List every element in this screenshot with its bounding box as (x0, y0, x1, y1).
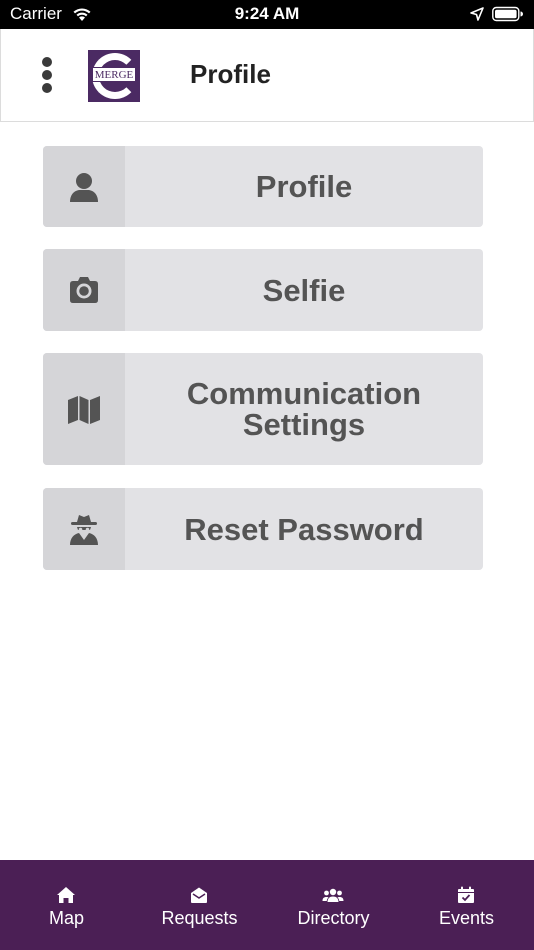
reset-password-button[interactable]: Reset Password (43, 488, 483, 570)
tab-map[interactable]: Map (0, 860, 133, 950)
communication-settings-label-line2: Settings (242, 407, 366, 442)
tab-requests[interactable]: Requests (133, 860, 266, 950)
envelope-open-icon (191, 887, 207, 903)
tab-directory[interactable]: Directory (267, 860, 400, 950)
spy-icon (70, 515, 98, 545)
merge-logo: MERGE (88, 50, 140, 102)
page-title: Profile (190, 59, 271, 89)
location-arrow-icon (470, 7, 484, 21)
profile-button-label: Profile (255, 169, 353, 204)
communication-settings-button[interactable]: Communication Settings (43, 353, 483, 465)
tab-directory-label: Directory (297, 908, 370, 928)
camera-icon (70, 277, 98, 303)
bottom-tab-bar: Map Requests Directory Events (0, 860, 534, 950)
home-icon (57, 887, 75, 903)
map-icon (68, 396, 100, 424)
battery-icon (492, 6, 523, 22)
tab-events-label: Events (438, 908, 495, 928)
tab-requests-label: Requests (161, 908, 238, 928)
status-bar: Carrier 9:24 AM (0, 0, 534, 29)
tab-map-label: Map (48, 908, 84, 928)
calendar-check-icon (458, 886, 474, 903)
reset-password-button-label: Reset Password (184, 511, 424, 547)
more-menu-button[interactable] (31, 57, 63, 95)
profile-button[interactable]: Profile (43, 146, 483, 227)
selfie-button-label: Selfie (262, 272, 346, 308)
tab-events[interactable]: Events (400, 860, 533, 950)
user-icon (70, 172, 98, 202)
status-time: 9:24 AM (234, 4, 300, 23)
users-icon (322, 888, 344, 902)
app-header: MERGE Profile (0, 29, 534, 122)
selfie-button[interactable]: Selfie (43, 249, 483, 331)
communication-settings-label-line1: Communication (186, 376, 422, 411)
